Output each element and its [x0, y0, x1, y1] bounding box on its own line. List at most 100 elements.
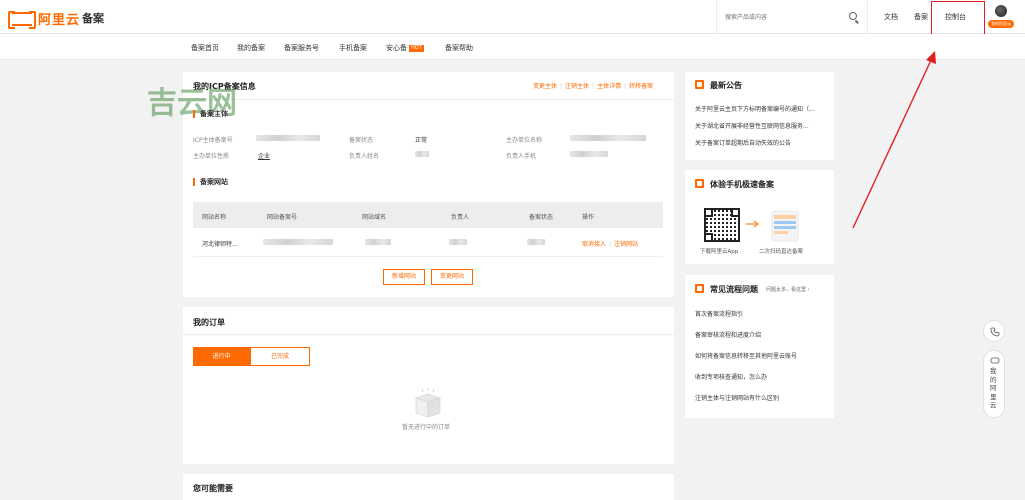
- subnav-my-beian[interactable]: 我的备案: [237, 43, 265, 53]
- notice-card-title: 最新公告: [710, 81, 742, 90]
- chat-icon: [990, 357, 1000, 364]
- my-aliyun-text: 我的阿里云: [990, 367, 997, 409]
- org-type-value: 企业: [258, 153, 271, 160]
- separator: |: [592, 83, 595, 90]
- org-name-label: 主办单位名称: [506, 137, 543, 144]
- product-title: 备案: [82, 12, 104, 25]
- subnav-service[interactable]: 备案服务号: [284, 43, 319, 53]
- phone-scan-icon: [771, 210, 799, 242]
- tab-completed[interactable]: 已完成: [250, 347, 310, 366]
- icp-no-label: ICP主体备案号: [193, 137, 233, 144]
- divider: [183, 334, 674, 335]
- subject-section-heading: 备案主体: [193, 110, 228, 118]
- chevron-right-icon: ›: [807, 287, 810, 293]
- transfer-beian-link[interactable]: 转移备案: [629, 83, 653, 90]
- icp-no-value-redacted: [256, 135, 320, 141]
- qr-caption: 下载阿里云App: [700, 249, 739, 255]
- avatar-image: [995, 5, 1007, 17]
- subnav-help[interactable]: 备案帮助: [445, 43, 473, 53]
- notice-item[interactable]: 关于阿里云主页下方标明备案编号的通知（...: [695, 104, 825, 113]
- th-ops: 操作: [582, 214, 595, 221]
- maybe-card-title: 您可能需要: [193, 484, 233, 493]
- th-site-no: 网站备案号: [267, 214, 298, 221]
- site-no-redacted: [263, 239, 333, 245]
- faq-icon: [695, 284, 704, 293]
- row-ops: 取消接入 | 注销网站: [582, 239, 638, 248]
- subnav-anxin[interactable]: 安心备 HOT: [386, 43, 424, 53]
- hot-badge: HOT: [409, 45, 424, 52]
- maybe-card: [183, 474, 674, 500]
- site-table-header: 网站名称 网站备案号 网站域名 负责人 备案状态 操作: [193, 202, 663, 228]
- th-status: 备案状态: [529, 214, 554, 221]
- notice-item[interactable]: 关于湖北省开展非经营性互联网信息服务...: [695, 121, 825, 130]
- mobile-icon: [695, 179, 704, 188]
- search-input[interactable]: [725, 11, 843, 23]
- owner-label: 负责人姓名: [349, 153, 380, 160]
- search-box: [716, 0, 868, 34]
- top-link-docs[interactable]: 文档: [884, 12, 898, 22]
- owner-phone-value-redacted: [570, 151, 608, 157]
- separator: |: [624, 83, 627, 90]
- mobile-card-title: 体验手机极速备案: [710, 180, 774, 189]
- icp-info-card: [183, 72, 674, 297]
- notice-icon: [695, 80, 704, 89]
- empty-orders-text: 暂无进行中的订单: [402, 424, 451, 431]
- phone-icon: [990, 327, 1000, 337]
- org-type-label: 主办单位性质: [193, 153, 230, 160]
- row-divider: [193, 256, 663, 257]
- aliyun-logo[interactable]: 阿里云: [8, 9, 81, 29]
- faq-more-link[interactable]: 问题太多，看这里 ›: [766, 286, 810, 293]
- site-section-heading: 备案网站: [193, 178, 228, 186]
- cancel-subject-link[interactable]: 注销主体: [565, 83, 589, 90]
- status-label: 备案状态: [349, 137, 374, 144]
- notice-item[interactable]: 关于备案订单超期后自动失效的公告: [695, 138, 825, 147]
- logo-text: 阿里云: [38, 13, 81, 28]
- cancel-site-link[interactable]: 注销网站: [614, 241, 638, 248]
- faq-card-title: 常见流程问题: [710, 285, 758, 294]
- faq-more-label: 问题太多，看这里: [766, 287, 807, 293]
- status-value: 正常: [415, 137, 428, 144]
- subnav-mobile[interactable]: 手机备案: [339, 43, 367, 53]
- faq-item[interactable]: 备案审核流程和进度介绍: [695, 330, 825, 339]
- arrow-right-icon: [746, 220, 760, 228]
- th-owner: 负责人: [451, 214, 470, 221]
- owner-phone-label: 负责人手机: [506, 153, 537, 160]
- my-aliyun-float-button[interactable]: 我的阿里云: [983, 350, 1005, 418]
- logo-icon: [8, 11, 36, 29]
- org-name-value-redacted: [570, 135, 646, 141]
- avatar-badge: 我的阿里云: [988, 20, 1014, 28]
- separator: |: [609, 241, 612, 248]
- empty-box-icon: [415, 388, 441, 418]
- subnav-home[interactable]: 备案首页: [191, 43, 219, 53]
- cancel-access-link[interactable]: 取消接入: [582, 241, 606, 248]
- search-icon[interactable]: [849, 12, 857, 20]
- th-domain: 网站域名: [362, 214, 387, 221]
- status-cell-redacted: [527, 239, 545, 245]
- scan-caption: 二次扫码直达备案: [759, 249, 804, 255]
- divider: [183, 99, 674, 100]
- orders-card-title: 我的订单: [193, 318, 225, 327]
- site-name-cell: 河北律师特...: [202, 241, 238, 248]
- subject-detail-link[interactable]: 主体详情: [597, 83, 621, 90]
- faq-item[interactable]: 注销主体与注销网站有什么区别: [695, 393, 825, 402]
- change-subject-link[interactable]: 变更主体: [533, 83, 557, 90]
- faq-item[interactable]: 收到专项核查通知，怎么办: [695, 372, 825, 381]
- icp-actions: 变更主体 | 注销主体 | 主体详情 | 转移备案: [533, 81, 653, 90]
- faq-item[interactable]: 如何将备案信息转移至其他阿里云账号: [695, 351, 825, 360]
- separator: |: [560, 83, 563, 90]
- owner-cell-redacted: [449, 239, 467, 245]
- phone-float-button[interactable]: [983, 320, 1005, 342]
- avatar[interactable]: 我的阿里云: [988, 5, 1014, 29]
- top-header: 阿里云 备案 文档 备案 控制台 我的阿里云: [0, 0, 1025, 34]
- add-site-button[interactable]: 新增网站: [383, 269, 425, 285]
- owner-value-redacted: [415, 151, 429, 157]
- domain-redacted: [365, 239, 391, 245]
- th-site-name: 网站名称: [202, 214, 227, 221]
- tab-in-progress[interactable]: 进行中: [193, 347, 250, 366]
- subnav-anxin-label: 安心备: [386, 44, 407, 52]
- orders-card: [183, 307, 674, 464]
- top-link-beian[interactable]: 备案: [914, 12, 928, 22]
- faq-item[interactable]: 首次备案流程指引: [695, 309, 825, 318]
- change-site-button[interactable]: 变更网站: [431, 269, 473, 285]
- sub-nav: 备案首页 我的备案 备案服务号 手机备案 安心备 HOT 备案帮助: [0, 34, 1025, 60]
